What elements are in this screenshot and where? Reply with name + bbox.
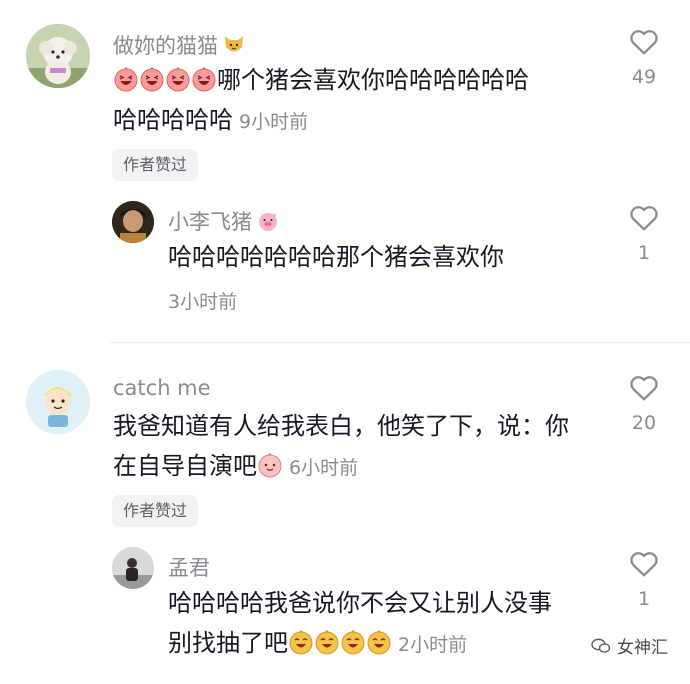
heart-outline-icon[interactable] (628, 202, 660, 234)
smile-emoji-icon (257, 452, 283, 478)
avatar[interactable] (26, 370, 90, 434)
author-liked-badge: 作者赞过 (112, 495, 199, 527)
like-count: 1 (637, 242, 651, 264)
comment-time: 9小时前 (239, 111, 309, 133)
wechat-icon (591, 638, 611, 653)
like-count: 1 (637, 588, 651, 610)
reply-time: 2小时前 (398, 634, 468, 656)
like-button[interactable]: 49 (619, 26, 669, 88)
comment-time: 6小时前 (289, 457, 359, 479)
reply-avatar[interactable] (112, 201, 154, 243)
laugh-emoji-icon (113, 66, 217, 94)
author-liked-badge: 作者赞过 (112, 149, 199, 181)
dog-photo-avatar (26, 24, 90, 88)
heart-outline-icon[interactable] (628, 372, 660, 404)
reply-text: 哈哈哈哈我爸说你不会又让别人没事 别找抽了吧 2小时前 (168, 589, 552, 657)
comment-text: 哪个猪会喜欢你哈哈哈哈哈哈 哈哈哈哈哈 9小时前 (113, 66, 529, 134)
cat-face-emoji-icon (222, 33, 246, 57)
like-button[interactable]: 1 (619, 548, 669, 610)
comment-divider (110, 342, 690, 343)
watermark: 女神汇 (591, 633, 668, 658)
like-count: 49 (631, 66, 657, 88)
reply-time: 3小时前 (168, 291, 238, 313)
cartoon-avatar (26, 370, 90, 434)
reply-text: 哈哈哈哈哈哈哈那个猪会喜欢你 (168, 243, 504, 271)
reply-username[interactable]: 孟君 (168, 552, 210, 582)
grin-emoji-icon (288, 629, 392, 657)
like-button[interactable]: 1 (619, 202, 669, 264)
pig-face-emoji-icon (256, 209, 280, 233)
like-count: 20 (631, 412, 657, 434)
like-button[interactable]: 20 (619, 372, 669, 434)
heart-outline-icon[interactable] (628, 26, 660, 58)
reply-username[interactable]: 小李飞猪 (168, 206, 280, 236)
avatar[interactable] (26, 24, 90, 88)
comment-username[interactable]: catch me (113, 376, 211, 400)
person-photo-avatar (112, 547, 154, 589)
comment-username[interactable]: 做妳的猫猫 (113, 30, 246, 60)
person-photo-avatar (112, 201, 154, 243)
reply-avatar[interactable] (112, 547, 154, 589)
comment-text: 我爸知道有人给我表白，他笑了下，说：你 在自导自演吧 6小时前 (113, 412, 569, 480)
heart-outline-icon[interactable] (628, 548, 660, 580)
